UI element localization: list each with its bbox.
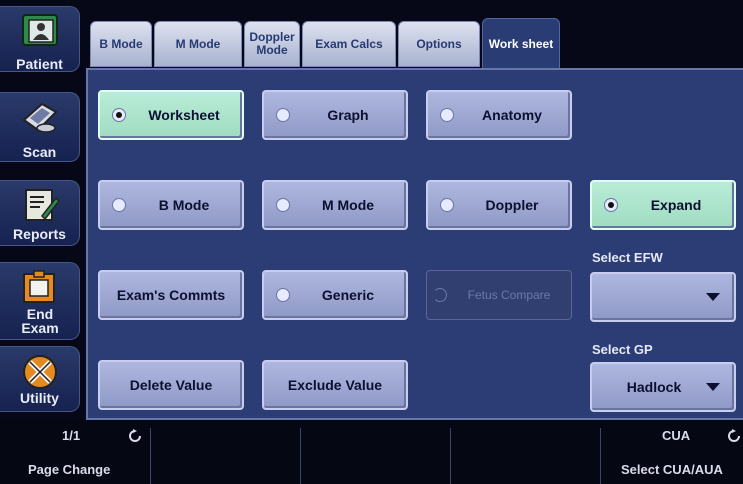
radio-disabled-icon — [433, 288, 447, 302]
rotary-knob-icon[interactable] — [128, 429, 142, 443]
sidebar-item-utility[interactable]: Utility — [0, 346, 80, 412]
delete-value-button[interactable]: Delete Value — [98, 360, 244, 410]
divider — [600, 428, 601, 484]
cua-value: CUA — [662, 428, 691, 443]
radio-icon — [440, 108, 454, 122]
reports-icon — [25, 189, 60, 221]
tab-bar: B Mode M Mode Doppler Mode Exam Calcs Op… — [84, 0, 743, 70]
radio-icon — [276, 288, 290, 302]
divider — [300, 428, 301, 484]
sidebar-item-label: Scan — [22, 144, 57, 160]
page-counter: 1/1 — [62, 428, 81, 443]
select-gp-label: Select GP — [592, 342, 653, 357]
radio-selected-icon — [112, 108, 126, 122]
divider — [150, 428, 151, 484]
tab-exam-calcs[interactable]: Exam Calcs — [302, 21, 396, 67]
select-efw-dropdown[interactable] — [590, 272, 736, 322]
patient-icon — [22, 14, 58, 46]
left-nav-sidebar: Patient Scan Reports End Exam Utility — [0, 0, 84, 420]
doppler-filter-button[interactable]: Doppler — [426, 180, 572, 230]
radio-icon — [276, 198, 290, 212]
divider — [450, 428, 451, 484]
graph-view-button[interactable]: Graph — [262, 90, 408, 140]
anatomy-view-button[interactable]: Anatomy — [426, 90, 572, 140]
sidebar-item-end-exam[interactable]: End Exam — [0, 262, 80, 340]
rotary-knob-icon[interactable] — [727, 429, 741, 443]
utility-tools-icon — [23, 355, 57, 389]
worksheet-view-button[interactable]: Worksheet — [98, 90, 244, 140]
chevron-down-icon — [706, 293, 720, 301]
tab-b-mode[interactable]: B Mode — [90, 21, 152, 67]
page-change-label: Page Change — [28, 462, 111, 477]
end-exam-icon — [23, 270, 55, 303]
tab-worksheet[interactable]: Work sheet — [482, 18, 560, 70]
sidebar-item-label: Reports — [13, 226, 66, 242]
select-cua-aua-label: Select CUA/AUA — [621, 462, 723, 477]
expand-toggle-button[interactable]: Expand — [590, 180, 736, 230]
select-efw-label: Select EFW — [592, 250, 663, 265]
tab-options[interactable]: Options — [398, 21, 480, 67]
radio-icon — [440, 198, 454, 212]
radio-icon — [112, 198, 126, 212]
m-mode-filter-button[interactable]: M Mode — [262, 180, 408, 230]
exam-comments-button[interactable]: Exam's Commts — [98, 270, 244, 320]
sidebar-item-label: Patient — [16, 56, 63, 72]
sidebar-item-label: Utility — [20, 390, 59, 406]
radio-icon — [276, 108, 290, 122]
fetus-compare-button: Fetus Compare — [426, 270, 572, 320]
generic-filter-button[interactable]: Generic — [262, 270, 408, 320]
tab-m-mode[interactable]: M Mode — [154, 21, 242, 67]
sidebar-item-label: End Exam — [21, 306, 59, 336]
radio-selected-icon — [604, 198, 618, 212]
b-mode-filter-button[interactable]: B Mode — [98, 180, 244, 230]
chevron-down-icon — [706, 383, 720, 391]
sidebar-item-reports[interactable]: Reports — [0, 180, 80, 246]
sidebar-item-patient[interactable]: Patient — [0, 6, 80, 72]
worksheet-panel: Worksheet Graph Anatomy B Mode M Mode Do… — [86, 68, 743, 420]
select-gp-dropdown[interactable]: Hadlock — [590, 362, 736, 412]
scan-probe-icon — [22, 102, 58, 133]
sidebar-item-scan[interactable]: Scan — [0, 92, 80, 162]
exclude-value-button[interactable]: Exclude Value — [262, 360, 408, 410]
tab-doppler-mode[interactable]: Doppler Mode — [244, 21, 300, 67]
